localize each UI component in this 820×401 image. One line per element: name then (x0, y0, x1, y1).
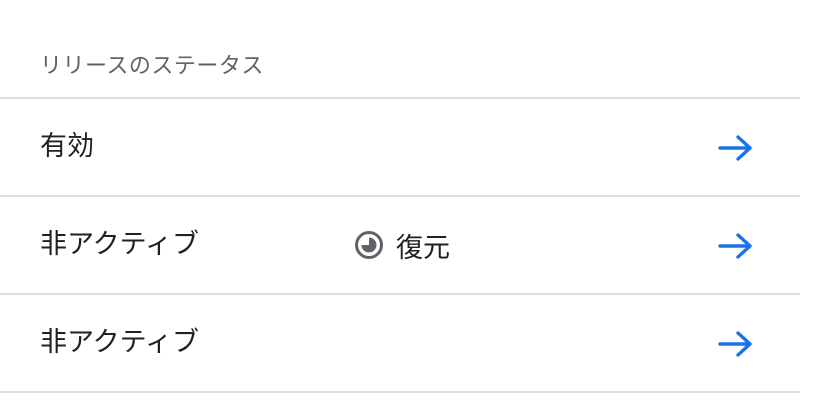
release-status-row-inactive-2[interactable]: 非アクティブ (0, 295, 800, 393)
release-status-row-inactive[interactable]: 非アクティブ 復元 (0, 197, 800, 295)
status-label: 非アクティブ (40, 229, 200, 260)
section-title: リリースのステータス (0, 0, 800, 99)
arrow-right-icon[interactable] (716, 132, 756, 164)
release-status-row-active[interactable]: 有効 (0, 99, 800, 197)
arrow-right-icon[interactable] (716, 328, 756, 360)
release-status-panel: リリースのステータス 有効 非アクティブ 復元 非アクティブ (0, 0, 800, 401)
status-label: 非アクティブ (40, 327, 200, 358)
restore-action[interactable]: 復元 (354, 197, 450, 293)
restore-icon (355, 231, 383, 259)
arrow-right-icon[interactable] (716, 230, 756, 262)
restore-label: 復元 (396, 232, 450, 264)
status-label: 有効 (40, 131, 94, 162)
